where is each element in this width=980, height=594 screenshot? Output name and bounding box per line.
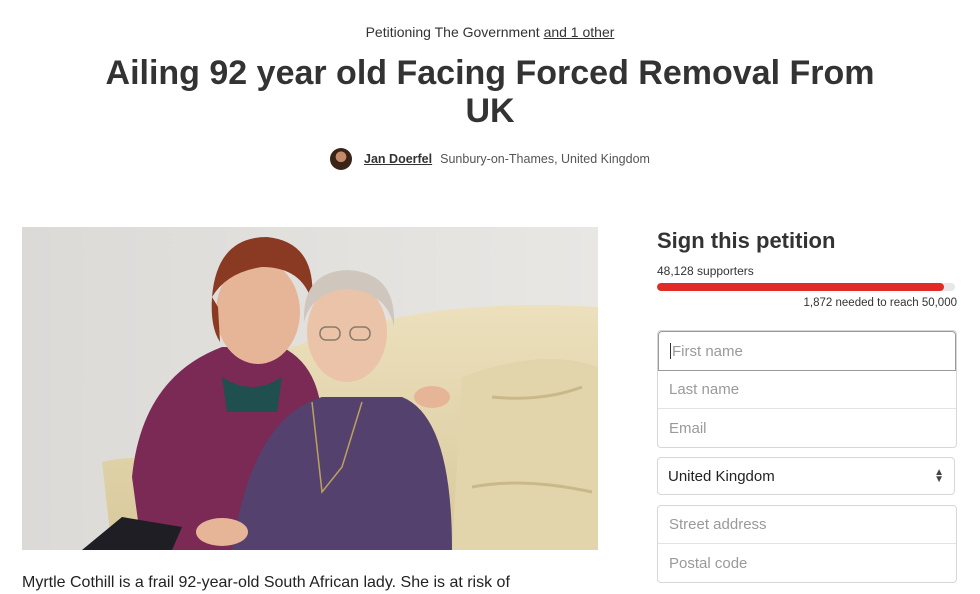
select-arrows-icon: ▲ ▼ [934,467,944,485]
street-address-input[interactable]: Street address [658,506,956,544]
first-name-input[interactable]: First name [658,331,956,371]
text-cursor [670,343,671,359]
petition-description: Myrtle Cothill is a frail 92-year-old So… [22,574,510,591]
email-input[interactable]: Email [658,409,956,447]
author-name-link[interactable]: Jan Doerfel [364,152,432,166]
address-fields: Street address Postal code [657,505,957,583]
author-row: Jan Doerfel Sunbury-on-Thames, United Ki… [0,148,980,170]
postal-code-input[interactable]: Postal code [658,544,956,582]
petitioning-text: Petitioning The Government [365,24,540,40]
supporters-count: 48,128 supporters [657,264,754,278]
last-name-input[interactable]: Last name [658,371,956,409]
progress-bar [657,283,955,291]
author-location: Sunbury-on-Thames, United Kingdom [440,152,650,166]
progress-fill [657,283,944,291]
name-email-fields: First name Last name Email [657,330,957,448]
and-others-link[interactable]: and 1 other [544,24,615,40]
avatar[interactable] [330,148,353,170]
petition-title: Ailing 92 year old Facing Forced Removal… [105,54,875,130]
country-select[interactable]: United Kingdom ▲ ▼ [657,457,955,495]
petition-photo [22,227,598,550]
petition-target: Petitioning The Government and 1 other [0,24,980,40]
sign-heading: Sign this petition [657,228,836,253]
signatures-needed: 1,872 needed to reach 50,000 [803,297,957,309]
sign-panel: Sign this petition 48,128 supporters 1,8… [657,228,957,309]
country-value: United Kingdom [668,467,775,485]
